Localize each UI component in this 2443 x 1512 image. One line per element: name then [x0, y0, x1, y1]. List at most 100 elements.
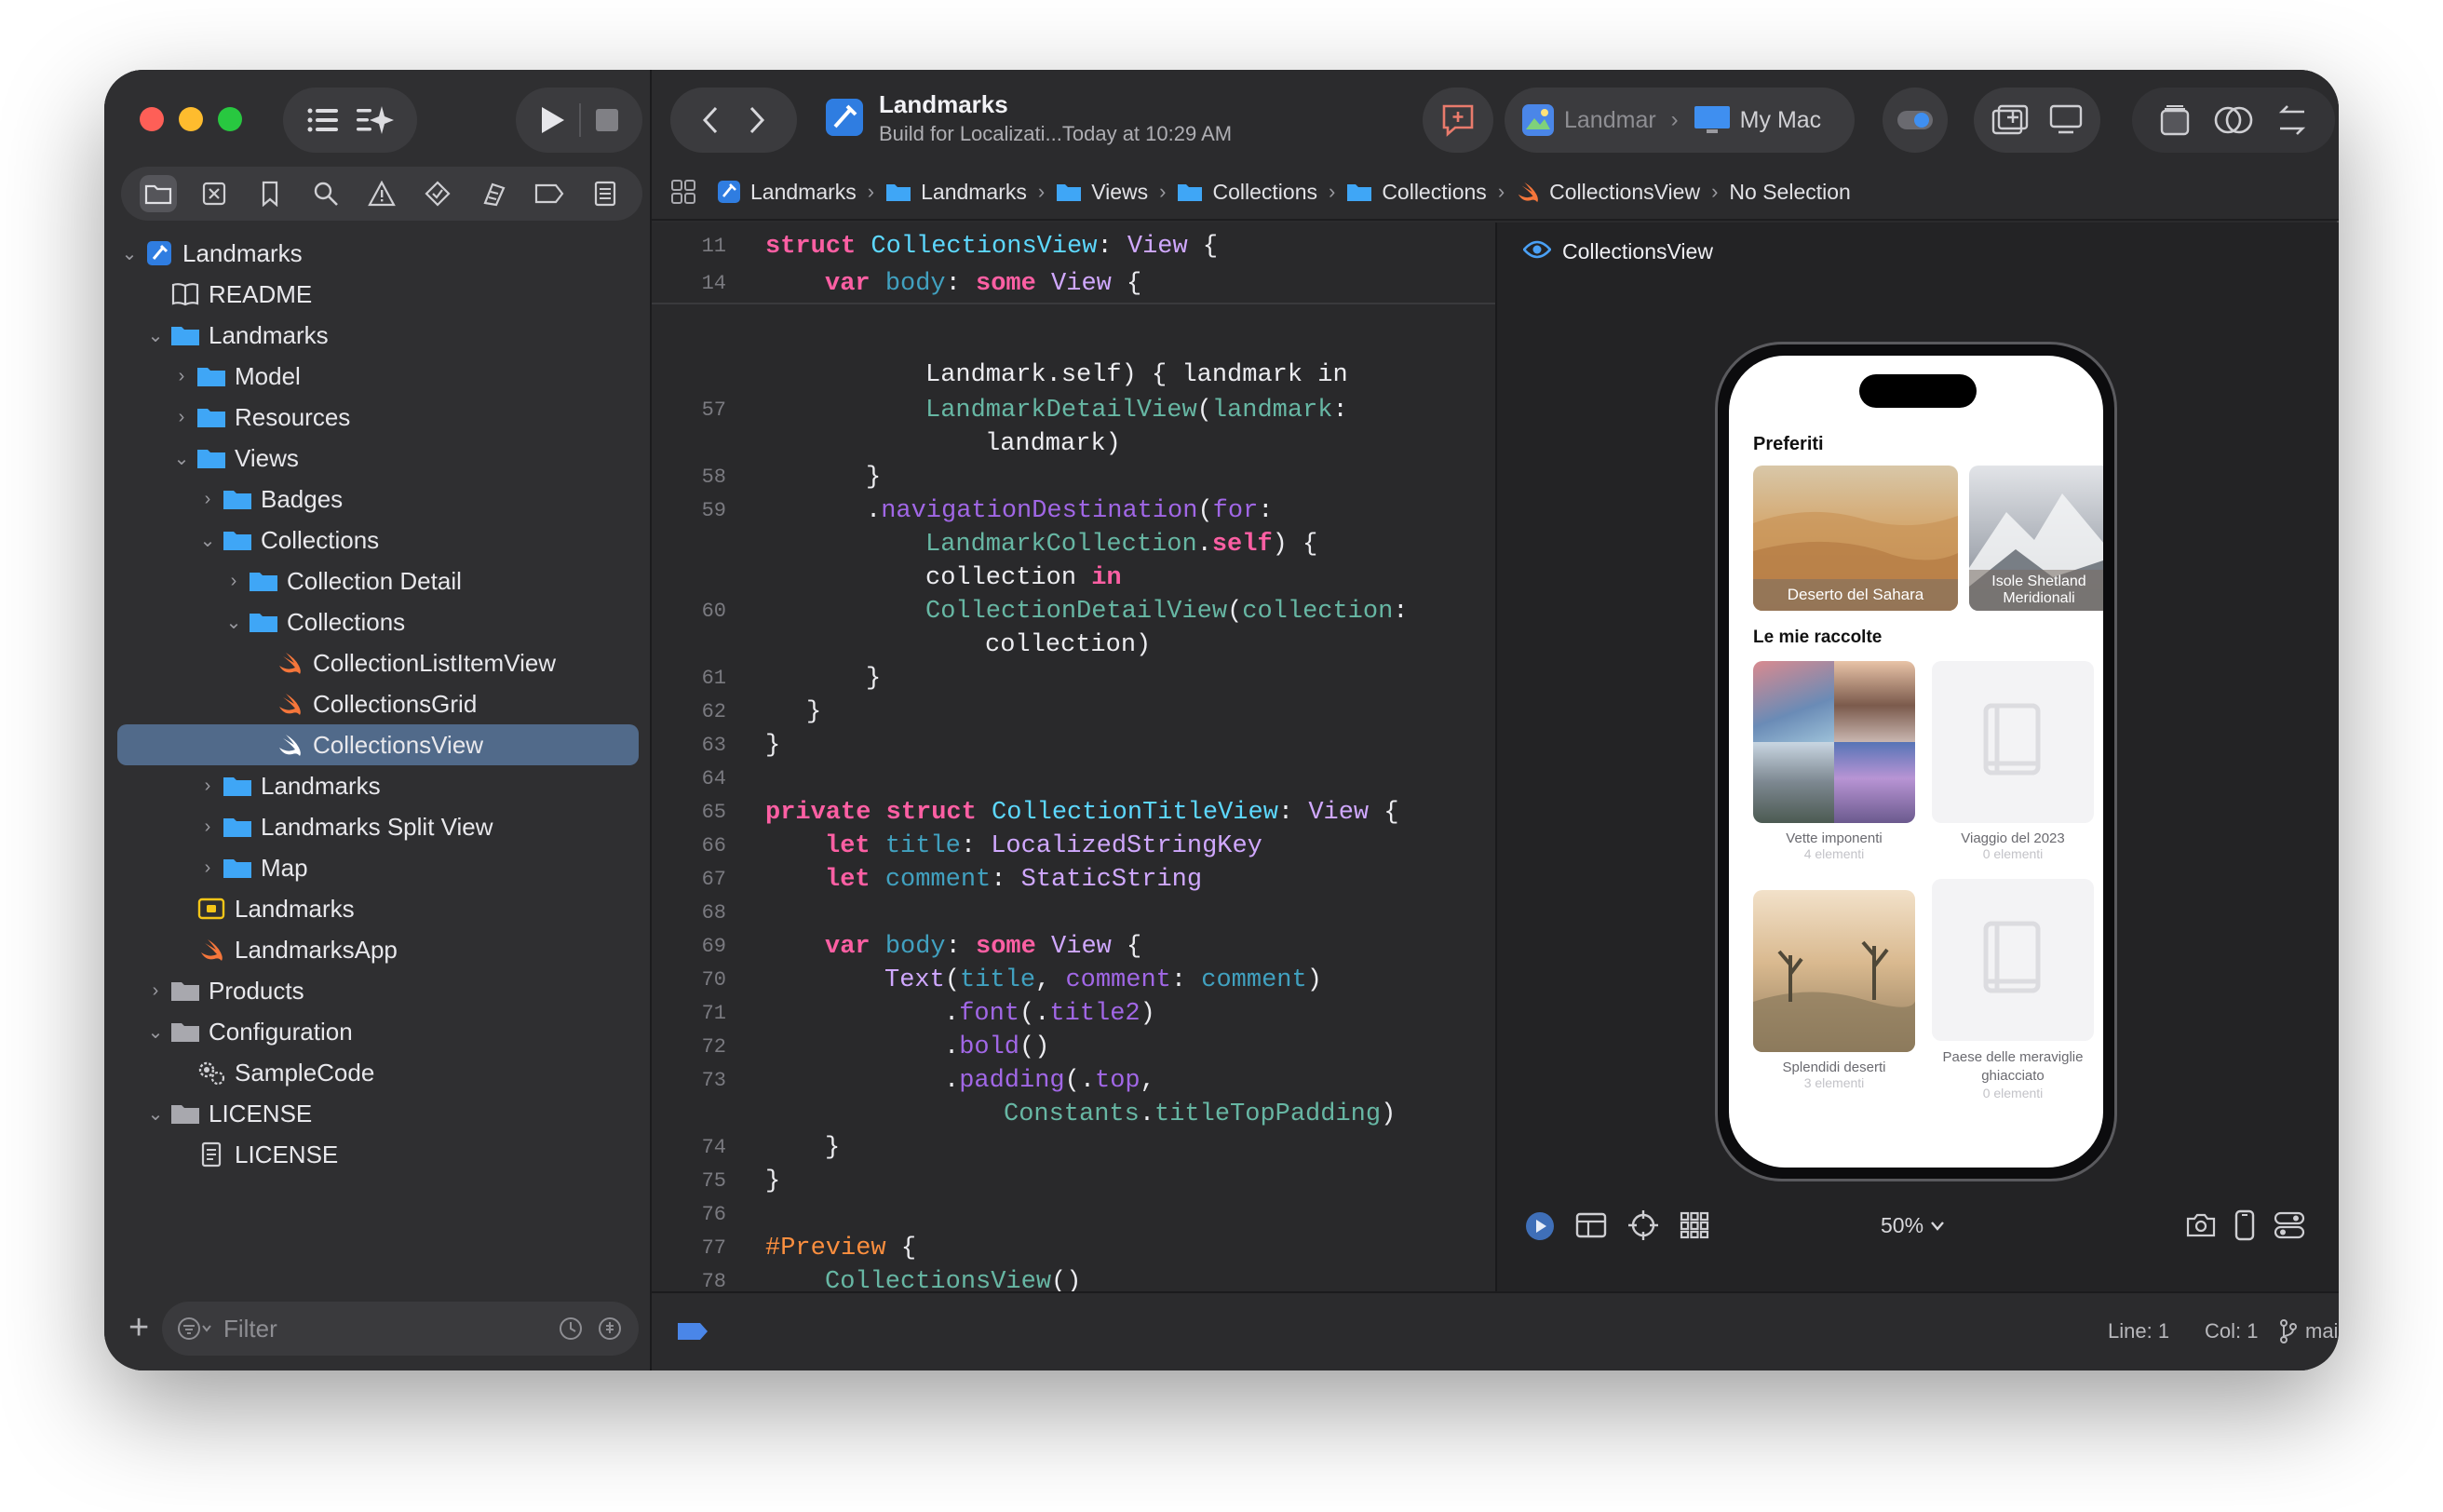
chevron-right-icon[interactable]: › — [197, 489, 218, 510]
breadcrumb-folder[interactable]: Collections — [1346, 180, 1487, 205]
forward-arrow-icon[interactable] — [748, 105, 766, 135]
tree-row-file[interactable]: CollectionsGrid — [117, 683, 639, 724]
close-window-button[interactable] — [140, 107, 164, 131]
breadcrumb-symbol[interactable]: No Selection — [1729, 180, 1850, 205]
chevron-right-icon[interactable]: › — [171, 366, 192, 387]
report-navigator-icon[interactable] — [587, 175, 624, 212]
tag-label-icon[interactable] — [676, 1321, 709, 1347]
chevron-right-icon[interactable]: › — [223, 571, 244, 592]
source-control-filter-icon[interactable] — [598, 1316, 622, 1347]
chevron-right-icon[interactable]: › — [197, 857, 218, 879]
chevron-down-icon[interactable]: ⌄ — [145, 324, 166, 347]
tree-row-folder[interactable]: › Landmarks Split View — [117, 806, 639, 847]
breadcrumb-folder[interactable]: Collections — [1177, 180, 1317, 205]
device-phone-icon[interactable] — [2234, 1209, 2255, 1246]
chevron-right-icon[interactable]: › — [197, 817, 218, 838]
test-navigator-icon[interactable] — [419, 175, 456, 212]
zoom-selector[interactable]: 50% — [1881, 1213, 1944, 1238]
favorite-card[interactable]: Isole Shetland Meridionali — [1969, 466, 2103, 611]
collection-item[interactable]: Viaggio del 2023 0 elementi — [1932, 661, 2094, 861]
minimap-icon[interactable] — [2159, 104, 2191, 136]
issues-button[interactable] — [1423, 88, 1493, 153]
stop-button[interactable] — [594, 107, 620, 133]
tree-row-file[interactable]: LandmarksApp — [117, 929, 639, 970]
debug-navigator-icon[interactable] — [475, 175, 512, 212]
swap-arrows-icon[interactable] — [2276, 104, 2308, 136]
tree-row-folder[interactable]: › Resources — [117, 397, 639, 438]
tree-label: README — [209, 279, 313, 308]
find-navigator-icon[interactable] — [307, 175, 344, 212]
tree-row-folder[interactable]: ⌄ Collections — [117, 601, 639, 642]
chevron-right-icon[interactable]: › — [197, 776, 218, 797]
tree-row-folder[interactable]: ⌄ Landmarks — [117, 315, 639, 356]
chevron-down-icon[interactable]: ⌄ — [145, 1020, 166, 1044]
chevron-right-icon[interactable]: › — [171, 407, 192, 428]
scheme-destination-selector[interactable]: Landmar › My Mac — [1505, 88, 1855, 153]
chevron-right-icon[interactable]: › — [145, 980, 166, 1002]
tree-row-folder[interactable]: › Products — [117, 970, 639, 1011]
tree-row-folder[interactable]: › Collection Detail — [117, 560, 639, 601]
issue-navigator-icon[interactable] — [363, 175, 400, 212]
tree-row-file[interactable]: LICENSE — [117, 1134, 639, 1175]
favorite-card[interactable]: Deserto del Sahara — [1753, 466, 1958, 611]
tree-row-folder[interactable]: ⌄ LICENSE — [117, 1093, 639, 1134]
sparkle-assistant-icon[interactable] — [357, 104, 394, 136]
recent-files-icon[interactable] — [559, 1316, 583, 1347]
live-preview-play-icon[interactable] — [1525, 1211, 1555, 1246]
chevron-down-icon[interactable]: ⌄ — [197, 529, 218, 552]
bookmark-navigator-icon[interactable] — [251, 175, 289, 212]
tree-row-folder[interactable]: › Model — [117, 356, 639, 397]
breadcrumb-file[interactable]: CollectionsView — [1516, 180, 1700, 205]
divider — [579, 103, 581, 137]
tree-row-folder[interactable]: ⌄ Views — [117, 438, 639, 479]
variants-grid-icon[interactable] — [1680, 1211, 1709, 1244]
source-editor[interactable]: Landmark.self) { landmark in 57 LandmarkD… — [652, 223, 1495, 1291]
swift-assist-button[interactable] — [1883, 88, 1948, 153]
tree-row-folder[interactable]: › Badges — [117, 479, 639, 520]
device-screen[interactable]: Preferiti Deserto del Sahara Isole Shetl… — [1729, 356, 2103, 1168]
filter-options-icon[interactable] — [177, 1316, 214, 1341]
tree-row-folder[interactable]: ⌄ Collections — [117, 520, 639, 560]
code-text: } — [765, 1168, 781, 1195]
breadcrumb-folder[interactable]: Views — [1056, 180, 1148, 205]
tree-row-project[interactable]: ⌄ Landmarks — [117, 233, 639, 274]
chevron-down-icon[interactable]: ⌄ — [119, 242, 140, 265]
chevron-down-icon[interactable]: ⌄ — [145, 1102, 166, 1126]
snapshot-camera-icon[interactable] — [2186, 1211, 2216, 1244]
add-library-icon[interactable] — [1991, 104, 2029, 136]
run-button[interactable] — [538, 105, 566, 135]
tree-row-folder[interactable]: › Map — [117, 847, 639, 888]
zoom-window-button[interactable] — [218, 107, 242, 131]
tree-row-file[interactable]: Landmarks — [117, 888, 639, 929]
collection-item[interactable]: Paese delle meraviglie ghiacciato 0 elem… — [1932, 879, 2094, 1100]
sidebar-toggle-icon[interactable] — [306, 106, 340, 134]
folder-navigator-icon[interactable] — [140, 175, 177, 212]
tree-row-file[interactable]: CollectionListItemView — [117, 642, 639, 683]
related-items-grid-icon[interactable] — [670, 179, 696, 205]
add-file-button[interactable]: + — [128, 1310, 149, 1345]
navigator-filter-field[interactable]: Filter — [162, 1302, 639, 1356]
collection-item[interactable]: Splendidi deserti 3 elementi — [1753, 890, 1915, 1090]
chevron-down-icon[interactable]: ⌄ — [171, 447, 192, 470]
minimize-window-button[interactable] — [179, 107, 203, 131]
collection-item[interactable]: Vette imponenti 4 elementi — [1753, 661, 1915, 861]
back-arrow-icon[interactable] — [701, 105, 720, 135]
tree-row-readme[interactable]: README — [117, 274, 639, 315]
tree-row-folder[interactable]: › Landmarks — [117, 765, 639, 806]
preview-title: CollectionsView — [1522, 239, 1713, 264]
branch-indicator[interactable]: main — [2279, 1319, 2339, 1343]
crosshair-icon[interactable] — [1627, 1209, 1659, 1246]
source-control-navigator-icon[interactable] — [196, 175, 233, 212]
chevron-down-icon[interactable]: ⌄ — [223, 611, 244, 634]
tree-row-file-selected[interactable]: CollectionsView — [117, 724, 639, 765]
breakpoint-navigator-icon[interactable] — [531, 175, 568, 212]
compare-icon[interactable] — [2213, 104, 2254, 136]
tree-row-folder[interactable]: ⌄ Configuration — [117, 1011, 639, 1052]
device-preview-icon[interactable] — [2049, 104, 2083, 136]
tree-row-file[interactable]: SampleCode — [117, 1052, 639, 1093]
selectable-mode-icon[interactable] — [1575, 1211, 1607, 1244]
code-line: 58} — [652, 461, 1495, 494]
canvas-settings-icon[interactable] — [2274, 1211, 2305, 1244]
breadcrumb-project[interactable]: Landmarks — [717, 180, 857, 205]
breadcrumb-folder[interactable]: Landmarks — [885, 180, 1027, 205]
